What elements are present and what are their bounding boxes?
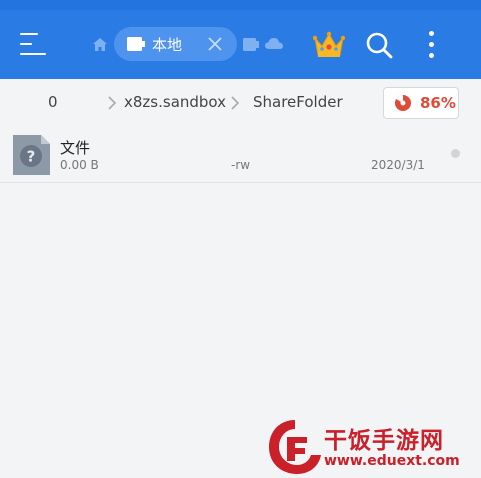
tab-label: 本地 bbox=[152, 36, 183, 54]
breadcrumb-item-sharefolder[interactable]: ShareFolder bbox=[253, 93, 343, 111]
breadcrumb-item-sandbox[interactable]: x8zs.sandbox bbox=[124, 93, 226, 111]
pie-chart-icon bbox=[395, 95, 411, 111]
storage-usage-button[interactable]: 86% bbox=[383, 87, 459, 119]
file-permissions: -rw bbox=[231, 158, 251, 172]
chevron-right-icon bbox=[108, 96, 117, 110]
menu-icon[interactable] bbox=[18, 33, 48, 57]
breadcrumb-item-root[interactable]: 0 bbox=[48, 93, 58, 111]
tab-local[interactable]: 本地 bbox=[114, 27, 237, 61]
device-icon[interactable] bbox=[243, 38, 259, 51]
watermark-url: www.eduext.com bbox=[324, 453, 460, 469]
phone-icon bbox=[127, 37, 145, 51]
watermark-title: 干饭手游网 bbox=[324, 428, 444, 454]
file-size: 0.00 B bbox=[60, 158, 99, 172]
close-icon[interactable] bbox=[207, 36, 223, 52]
watermark: 干饭手游网 www.eduext.com bbox=[265, 415, 481, 478]
home-icon[interactable] bbox=[92, 37, 108, 52]
list-item[interactable]: ? 文件 0.00 B -rw 2020/3/1 bbox=[0, 127, 481, 182]
cloud-icon[interactable] bbox=[265, 37, 283, 50]
status-bar bbox=[0, 0, 481, 10]
crown-icon[interactable] bbox=[313, 31, 345, 59]
storage-percent: 86% bbox=[420, 94, 456, 112]
select-indicator[interactable] bbox=[451, 149, 460, 158]
watermark-logo bbox=[269, 420, 321, 474]
chevron-right-icon bbox=[231, 96, 240, 110]
file-date: 2020/3/1 bbox=[371, 158, 425, 172]
search-icon[interactable] bbox=[365, 31, 393, 59]
divider bbox=[0, 182, 481, 183]
svg-text:?: ? bbox=[27, 148, 36, 166]
unknown-file-icon: ? bbox=[13, 135, 50, 175]
file-name: 文件 bbox=[60, 139, 91, 157]
app-header: 本地 bbox=[0, 0, 481, 79]
more-icon[interactable] bbox=[426, 31, 438, 59]
